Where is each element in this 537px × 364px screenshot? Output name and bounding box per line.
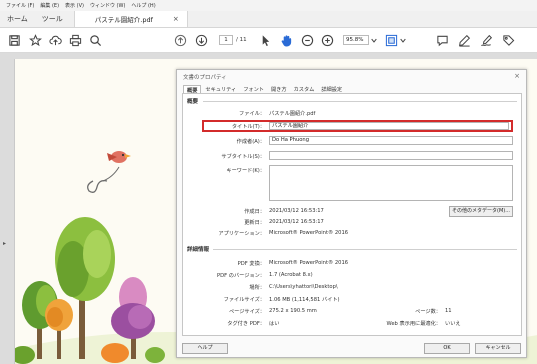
save-icon[interactable] [8, 33, 21, 47]
modified-label: 更新日： [244, 220, 265, 226]
title-label: タイトル(T)： [231, 124, 265, 130]
tagged-pdf-value: はい [269, 321, 280, 327]
sign-icon[interactable] [480, 33, 493, 47]
pdf-version-label: PDF のバージョン： [217, 273, 265, 279]
dialog-title: 文書のプロパティ [183, 75, 227, 81]
created-label: 作成日： [244, 209, 265, 215]
author-field[interactable]: Do Ha Phuong [269, 136, 513, 145]
pdf-version-value: 1.7 (Acrobat 8.x) [269, 272, 313, 278]
file-size-value: 1.06 MB (1,114,581 バイト) [269, 297, 340, 303]
search-icon[interactable] [89, 33, 102, 47]
menu-edit[interactable]: 編集 (E) [40, 2, 59, 9]
menu-window[interactable]: ウィンドウ (W) [90, 2, 125, 9]
location-label: 場所： [249, 285, 265, 291]
keywords-label: キーワード(K)： [226, 168, 265, 174]
menu-bar: ファイル (F) 編集 (E) 表示 (V) ウィンドウ (W) ヘルプ (H) [0, 0, 537, 11]
fit-dropdown-icon[interactable] [399, 33, 407, 47]
summary-panel: 概要 ファイル： パステル園紹介.pdf タイトル(T)： パステル園紹介 作成… [182, 93, 522, 336]
details-heading: 詳細情報 [187, 247, 210, 253]
hand-icon[interactable] [280, 33, 293, 47]
ok-button[interactable]: OK [424, 343, 470, 354]
more-metadata-button[interactable]: その他のメタデータ(M)... [449, 206, 513, 217]
tab-tools[interactable]: ツール [35, 11, 70, 27]
print-icon[interactable] [69, 33, 82, 47]
file-label: ファイル： [239, 111, 265, 117]
subtitle-label: サブタイトル(S)： [221, 154, 265, 160]
file-value: パステル園紹介.pdf [269, 111, 316, 117]
tab-home[interactable]: ホーム [0, 11, 35, 27]
toolbar: 1 / 11 95.8% [0, 28, 537, 53]
pdf-producer-label: PDF 変換： [237, 261, 265, 267]
tab-document[interactable]: パステル園紹介.pdf × [73, 11, 188, 27]
fast-web-view-value: いいえ [445, 321, 461, 327]
zoom-out-icon[interactable] [301, 33, 314, 47]
page-size-label: ページサイズ： [228, 309, 265, 315]
page-count-value: 11 [445, 308, 452, 314]
menu-file[interactable]: ファイル (F) [6, 2, 34, 9]
summary-heading: 概要 [187, 99, 199, 105]
application-label: アプリケーション： [218, 231, 265, 237]
created-value: 2021/03/12 16:53:17 [269, 208, 324, 214]
page-size-value: 275.2 x 190.5 mm [269, 308, 317, 314]
fit-page-icon[interactable] [385, 33, 398, 47]
file-size-label: ファイルサイズ： [223, 297, 265, 303]
page-number-input[interactable]: 1 [219, 35, 233, 45]
zoom-in-icon[interactable] [321, 33, 334, 47]
zoom-level-field[interactable]: 95.8% [343, 35, 369, 45]
close-tab-icon[interactable]: × [173, 15, 179, 23]
cancel-button[interactable]: キャンセル [475, 343, 521, 354]
arrow-down-circle-icon[interactable] [195, 33, 208, 47]
section-divider [213, 249, 517, 250]
pen-icon[interactable] [458, 33, 471, 47]
tab-bar: ホーム ツール パステル園紹介.pdf × [0, 11, 537, 28]
modified-value: 2021/03/12 16:53:17 [269, 219, 324, 225]
document-tab-label: パステル園紹介.pdf [94, 16, 153, 24]
cloud-upload-icon[interactable] [49, 33, 62, 47]
tag-icon[interactable] [502, 33, 515, 47]
page-navigator: 1 / 11 [219, 35, 247, 45]
page-count-label: ページ数： [415, 309, 441, 315]
location-value: C:\Users\yhattori\Desktop\ [269, 284, 338, 290]
title-field[interactable]: パステル園紹介 [269, 122, 509, 130]
pointer-icon[interactable] [259, 33, 272, 47]
star-icon[interactable] [29, 33, 42, 47]
section-divider [203, 101, 517, 102]
comment-icon[interactable] [436, 33, 449, 47]
tagged-pdf-label: タグ付き PDF： [227, 321, 265, 327]
fast-web-view-label: Web 表示用に最適化： [386, 321, 441, 327]
dialog-close-icon[interactable]: × [514, 72, 520, 80]
page-total: / 11 [236, 37, 247, 43]
keywords-field[interactable] [269, 165, 513, 201]
chevron-down-icon[interactable] [370, 33, 378, 47]
application-value: Microsoft® PowerPoint® 2016 [269, 230, 349, 236]
help-button[interactable]: ヘルプ [182, 343, 228, 354]
menu-help[interactable]: ヘルプ (H) [131, 2, 155, 9]
menu-view[interactable]: 表示 (V) [65, 2, 84, 9]
arrow-up-circle-icon[interactable] [174, 33, 187, 47]
pdf-producer-value: Microsoft® PowerPoint® 2016 [269, 260, 349, 266]
document-properties-dialog: 文書のプロパティ × 概要 セキュリティ フォント 開き方 カスタム 詳細設定 … [176, 69, 527, 358]
side-panel-toggle-icon[interactable]: ▸ [3, 240, 6, 247]
subtitle-field[interactable] [269, 151, 513, 160]
author-label: 作成者(A)： [236, 139, 265, 145]
